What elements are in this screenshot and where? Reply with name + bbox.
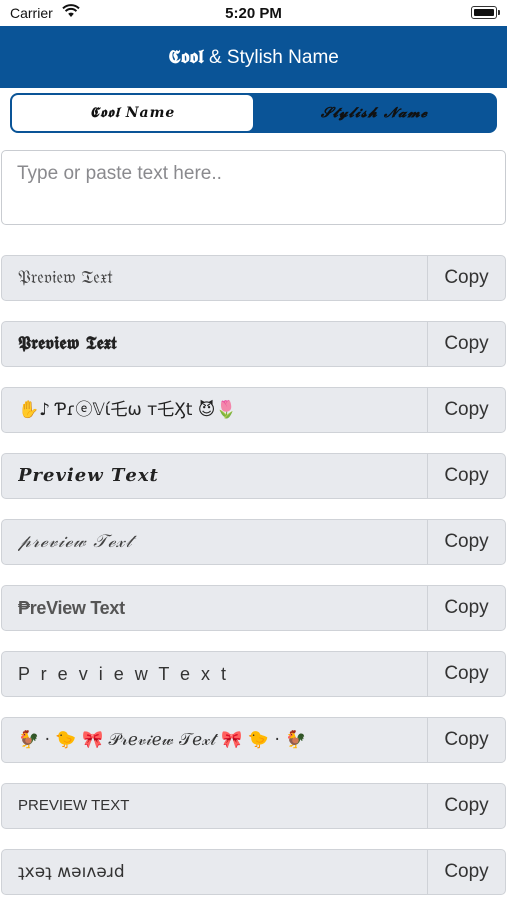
style-preview-text: 𝑷𝒓𝒆𝒗𝒊𝒆𝒘 𝑻𝒆𝒙𝒕 — [18, 465, 159, 486]
style-segmented-control: 𝕮𝖔𝖔𝖑 𝑵𝒂𝒎𝒆 𝓢𝓽𝔂𝓵𝓲𝓼𝓱 𝓝𝓪𝓶𝓮 — [10, 93, 497, 133]
style-preview-text: 𝕻𝖗𝖊𝖛𝖎𝖊𝖜 𝕿𝖊𝖝𝖙 — [18, 333, 117, 354]
battery-icon — [471, 6, 500, 19]
style-preview-text: 🐓 · 🐤 🎀 𝒫𝓇ℯ𝓋𝒾ℯ𝓌 𝒯ℯ𝓍𝓉 🎀 🐤 · 🐓 — [18, 730, 307, 750]
text-input[interactable] — [2, 151, 505, 224]
copy-button[interactable]: Copy — [427, 850, 505, 894]
page-title-rest: & Stylish Name — [203, 47, 339, 68]
copy-button[interactable]: Copy — [427, 586, 505, 630]
status-bar: Carrier 5:20 PM — [0, 0, 507, 26]
text-input-box — [1, 150, 506, 225]
tab-stylish-name[interactable]: 𝓢𝓽𝔂𝓵𝓲𝓼𝓱 𝓝𝓪𝓶𝓮 — [254, 95, 495, 131]
style-row: PREVIEW TEXT Copy — [1, 783, 506, 829]
style-row: ʇxəʇ ʍəıʌəɹd Copy — [1, 849, 506, 895]
copy-button[interactable]: Copy — [427, 454, 505, 498]
style-row: 🐓 · 🐤 🎀 𝒫𝓇ℯ𝓋𝒾ℯ𝓌 𝒯ℯ𝓍𝓉 🎀 🐤 · 🐓 Copy — [1, 717, 506, 763]
style-preview-text: 𝓅𝓇ℯ𝓋𝒾ℯ𝓌 𝒯ℯ𝓍𝓉 — [18, 531, 133, 552]
copy-button[interactable]: Copy — [427, 388, 505, 432]
style-preview-text: ₱reView Text — [18, 598, 125, 618]
clock: 5:20 PM — [225, 5, 282, 22]
page-title-fancy: 𝕮𝖔𝖔𝖑 — [168, 46, 204, 68]
style-preview-text: ✋♪ Ƥɾⓔ𝕍ί乇ω т乇Ӽt 😈🌷 — [18, 400, 237, 420]
copy-button[interactable]: Copy — [427, 256, 505, 300]
style-preview-text: 𝔓𝔯𝔢𝔳𝔦𝔢𝔴 𝔗𝔢𝔵𝔱 — [18, 267, 113, 288]
style-row: 𝑷𝒓𝒆𝒗𝒊𝒆𝒘 𝑻𝒆𝒙𝒕 Copy — [1, 453, 506, 499]
nav-bar: 𝕮𝖔𝖔𝖑 & Stylish Name — [0, 26, 507, 88]
style-preview-text: PREVIEW TEXT — [18, 797, 130, 814]
copy-button[interactable]: Copy — [427, 520, 505, 564]
page-title: 𝕮𝖔𝖔𝖑 & Stylish Name — [0, 46, 507, 69]
copy-button[interactable]: Copy — [427, 784, 505, 828]
style-row: P r e v i e w T e x t Copy — [1, 651, 506, 697]
tab-cool-name[interactable]: 𝕮𝖔𝖔𝖑 𝑵𝒂𝒎𝒆 — [12, 95, 253, 131]
style-preview-text: P r e v i e w T e x t — [18, 664, 230, 684]
style-preview-text: ʇxəʇ ʍəıʌəɹd — [18, 862, 125, 882]
copy-button[interactable]: Copy — [427, 718, 505, 762]
style-row: 𝕻𝖗𝖊𝖛𝖎𝖊𝖜 𝕿𝖊𝖝𝖙 Copy — [1, 321, 506, 367]
copy-button[interactable]: Copy — [427, 322, 505, 366]
style-row: ✋♪ Ƥɾⓔ𝕍ί乇ω т乇Ӽt 😈🌷 Copy — [1, 387, 506, 433]
style-row: 𝓅𝓇ℯ𝓋𝒾ℯ𝓌 𝒯ℯ𝓍𝓉 Copy — [1, 519, 506, 565]
style-row: 𝔓𝔯𝔢𝔳𝔦𝔢𝔴 𝔗𝔢𝔵𝔱 Copy — [1, 255, 506, 301]
style-row: ₱reView Text Copy — [1, 585, 506, 631]
copy-button[interactable]: Copy — [427, 652, 505, 696]
